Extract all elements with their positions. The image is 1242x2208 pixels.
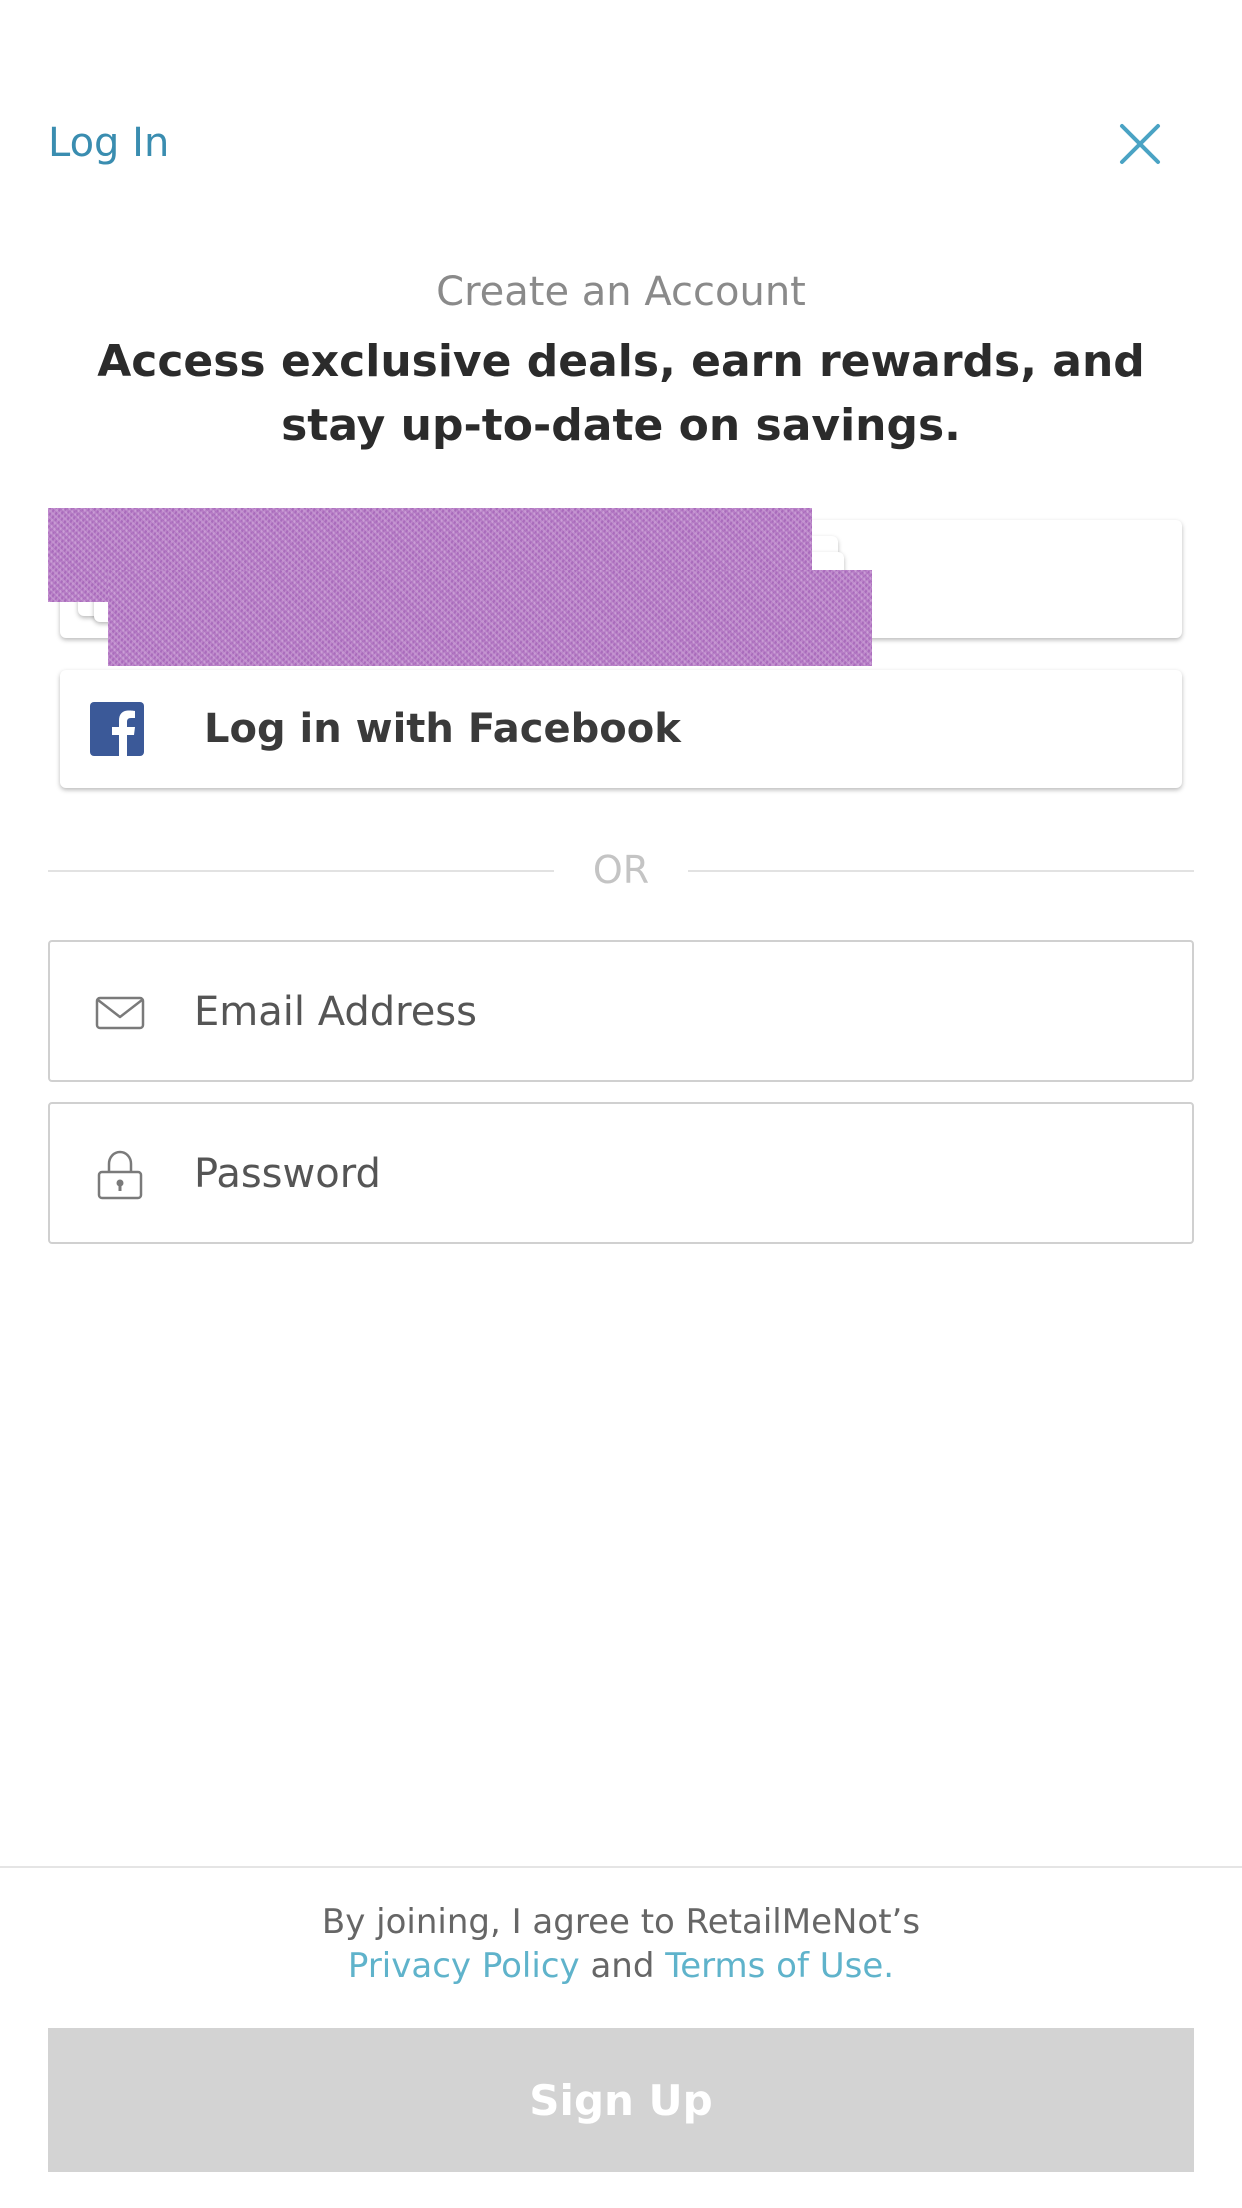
password-field[interactable] — [48, 1102, 1194, 1244]
footer-divider — [0, 1866, 1242, 1868]
or-label: OR — [592, 848, 650, 892]
facebook-login-label: Log in with Facebook — [204, 706, 681, 752]
sign-up-button[interactable]: Sign Up — [48, 2028, 1194, 2172]
privacy-policy-link[interactable]: Privacy Policy — [348, 1946, 580, 1986]
email-input[interactable] — [194, 962, 1154, 1062]
terms-of-use-link[interactable]: Terms of Use. — [665, 1946, 894, 1986]
close-icon — [1120, 124, 1160, 164]
envelope-icon — [95, 996, 145, 1030]
facebook-login-button[interactable]: Log in with Facebook — [60, 670, 1182, 788]
or-divider: OR — [48, 840, 1194, 900]
redaction-block — [108, 570, 872, 666]
login-link[interactable]: Log In — [48, 118, 169, 168]
legal-prefix: By joining, I agree to RetailMeNot’s — [321, 1902, 921, 1942]
tagline: Access exclusive deals, earn rewards, an… — [97, 336, 1145, 451]
page-title: Create an Account — [436, 269, 806, 315]
legal-and: and — [590, 1946, 655, 1986]
facebook-icon — [90, 702, 144, 756]
legal-notice: By joining, I agree to RetailMeNot’s Pri… — [0, 1900, 1242, 1988]
lock-icon — [97, 1150, 143, 1200]
email-field[interactable] — [48, 940, 1194, 1082]
legal-links-line: Privacy Policy and Terms of Use. — [0, 1944, 1242, 1988]
close-button[interactable] — [1108, 112, 1172, 176]
redacted-social-login — [48, 508, 1184, 668]
password-input[interactable] — [194, 1124, 1154, 1224]
